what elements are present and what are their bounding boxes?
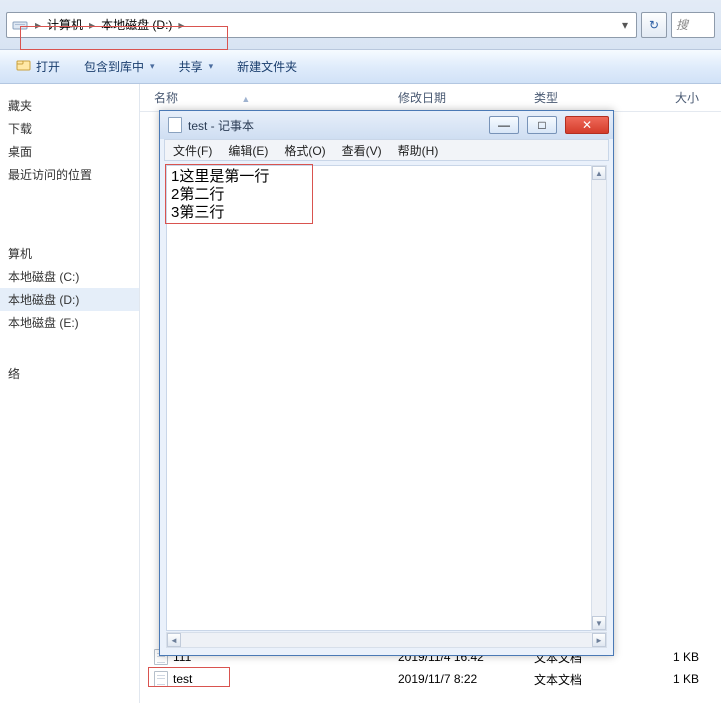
- menu-edit[interactable]: 编辑(E): [228, 142, 268, 159]
- maximize-icon: □: [538, 118, 545, 132]
- share-button[interactable]: 共享: [179, 58, 214, 75]
- file-size: 1 KB: [630, 650, 721, 664]
- newfolder-label: 新建文件夹: [237, 58, 297, 75]
- close-icon: ✕: [582, 118, 592, 132]
- maximize-button[interactable]: □: [527, 116, 557, 134]
- refresh-button[interactable]: ↻: [641, 12, 667, 38]
- notepad-title: test - 记事本: [188, 117, 481, 134]
- nav-d-drive[interactable]: 本地磁盘 (D:): [0, 288, 139, 311]
- nav-downloads[interactable]: 下载: [0, 117, 139, 140]
- new-folder-button[interactable]: 新建文件夹: [237, 58, 297, 75]
- breadcrumb-drive-d[interactable]: 本地磁盘 (D:): [101, 16, 172, 33]
- navigation-pane: 藏夹 下载 桌面 最近访问的位置 算机 本地磁盘 (C:) 本地磁盘 (D:) …: [0, 84, 140, 703]
- search-input[interactable]: 搜: [671, 12, 715, 38]
- scroll-left-button[interactable]: ◄: [167, 633, 181, 647]
- file-row[interactable]: test 2019/11/7 8:22 文本文档 1 KB: [140, 668, 721, 690]
- menu-file[interactable]: 文件(F): [173, 142, 212, 159]
- nav-desktop[interactable]: 桌面: [0, 140, 139, 163]
- open-button[interactable]: 打开: [16, 58, 60, 75]
- menu-format[interactable]: 格式(O): [284, 142, 325, 159]
- explorer-toolbar: 打开 包含到库中 共享 新建文件夹: [0, 50, 721, 84]
- chevron-right-icon[interactable]: ▸: [174, 18, 188, 32]
- nav-c-drive[interactable]: 本地磁盘 (C:): [0, 265, 139, 288]
- chevron-down-icon: ▼: [595, 619, 603, 628]
- column-headers: 名称 ▲ 修改日期 类型 大小: [140, 84, 721, 112]
- address-bar-area: ▸ 计算机 ▸ 本地磁盘 (D:) ▸ ▾ ↻ 搜: [0, 0, 721, 50]
- scrollbar-vertical[interactable]: ▲ ▼: [591, 165, 607, 631]
- notepad-window: test - 记事本 — □ ✕ 文件(F) 编辑(E) 格式(O) 查看(V)…: [159, 110, 614, 656]
- search-placeholder: 搜: [676, 16, 688, 33]
- chevron-right-icon[interactable]: ▸: [85, 18, 99, 32]
- header-name[interactable]: 名称 ▲: [140, 89, 398, 106]
- header-type[interactable]: 类型: [534, 89, 630, 106]
- scroll-down-button[interactable]: ▼: [592, 616, 606, 630]
- menu-help[interactable]: 帮助(H): [398, 142, 439, 159]
- open-icon: [16, 58, 32, 75]
- minimize-button[interactable]: —: [489, 116, 519, 134]
- nav-e-drive[interactable]: 本地磁盘 (E:): [0, 311, 139, 334]
- text-file-icon: [154, 671, 168, 687]
- notepad-menu: 文件(F) 编辑(E) 格式(O) 查看(V) 帮助(H): [164, 139, 609, 161]
- sort-asc-icon: ▲: [241, 94, 250, 104]
- chevron-right-icon[interactable]: ▸: [31, 18, 45, 32]
- file-size: 1 KB: [630, 672, 721, 686]
- notepad-text-area[interactable]: 1这里是第一行 2第二行 3第三行: [166, 165, 607, 631]
- breadcrumb-bar[interactable]: ▸ 计算机 ▸ 本地磁盘 (D:) ▸ ▾: [6, 12, 637, 38]
- header-name-label: 名称: [154, 91, 178, 105]
- scroll-up-button[interactable]: ▲: [592, 166, 606, 180]
- notepad-icon: [168, 117, 182, 133]
- open-label: 打开: [36, 58, 60, 75]
- header-modified[interactable]: 修改日期: [398, 89, 534, 106]
- file-name: test: [173, 672, 192, 686]
- chevron-left-icon: ◄: [170, 636, 178, 645]
- chevron-right-icon: ►: [595, 636, 603, 645]
- nav-computer[interactable]: 算机: [0, 242, 139, 265]
- file-modified: 2019/11/7 8:22: [398, 672, 534, 686]
- nav-recent[interactable]: 最近访问的位置: [0, 163, 139, 186]
- include-in-library-button[interactable]: 包含到库中: [84, 58, 155, 75]
- close-button[interactable]: ✕: [565, 116, 609, 134]
- include-label: 包含到库中: [84, 58, 144, 75]
- refresh-icon: ↻: [649, 18, 659, 32]
- scroll-right-button[interactable]: ►: [592, 633, 606, 647]
- address-dropdown-icon[interactable]: ▾: [618, 18, 632, 32]
- chevron-up-icon: ▲: [595, 169, 603, 178]
- minimize-icon: —: [498, 118, 510, 132]
- header-size[interactable]: 大小: [630, 89, 721, 106]
- menu-view[interactable]: 查看(V): [342, 142, 382, 159]
- breadcrumb-computer[interactable]: 计算机: [47, 16, 83, 33]
- nav-favorites[interactable]: 藏夹: [0, 94, 139, 117]
- scrollbar-horizontal[interactable]: ◄ ►: [166, 632, 607, 648]
- drive-icon: [11, 16, 29, 34]
- notepad-titlebar[interactable]: test - 记事本 — □ ✕: [160, 111, 613, 139]
- nav-network[interactable]: 络: [0, 362, 139, 385]
- share-label: 共享: [179, 58, 203, 75]
- file-type: 文本文档: [534, 671, 630, 688]
